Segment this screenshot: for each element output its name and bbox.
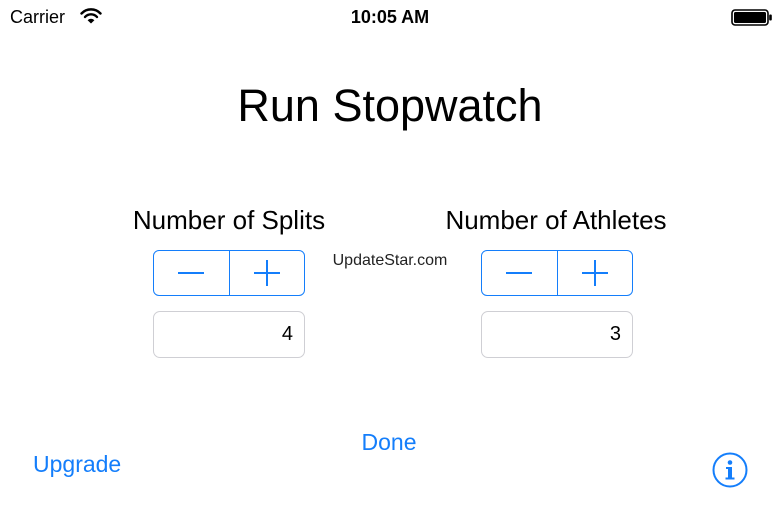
- status-bar: Carrier 10:05 AM: [0, 0, 780, 34]
- minus-icon: [178, 272, 205, 274]
- info-icon: [712, 452, 748, 488]
- athletes-label: Number of Athletes: [445, 205, 667, 235]
- splits-increment-button[interactable]: [230, 251, 305, 295]
- splits-label: Number of Splits: [132, 205, 326, 235]
- plus-icon: [581, 260, 608, 286]
- status-time: 10:05 AM: [350, 7, 430, 27]
- plus-icon: [253, 260, 280, 286]
- athletes-increment-button[interactable]: [558, 251, 633, 295]
- upgrade-button[interactable]: Upgrade: [33, 449, 121, 479]
- battery-full-icon: [731, 9, 773, 26]
- done-button[interactable]: Done: [330, 427, 448, 457]
- splits-stepper: [153, 250, 305, 296]
- athletes-stepper: [481, 250, 633, 296]
- page-title: Run Stopwatch: [237, 80, 543, 131]
- athletes-decrement-button[interactable]: [482, 251, 558, 295]
- splits-decrement-button[interactable]: [154, 251, 230, 295]
- splits-value-field[interactable]: 4: [153, 311, 305, 358]
- athletes-value-field[interactable]: 3: [481, 311, 633, 358]
- minus-icon: [506, 272, 533, 274]
- watermark-text: UpdateStar.com: [332, 252, 448, 269]
- info-button[interactable]: [712, 452, 748, 488]
